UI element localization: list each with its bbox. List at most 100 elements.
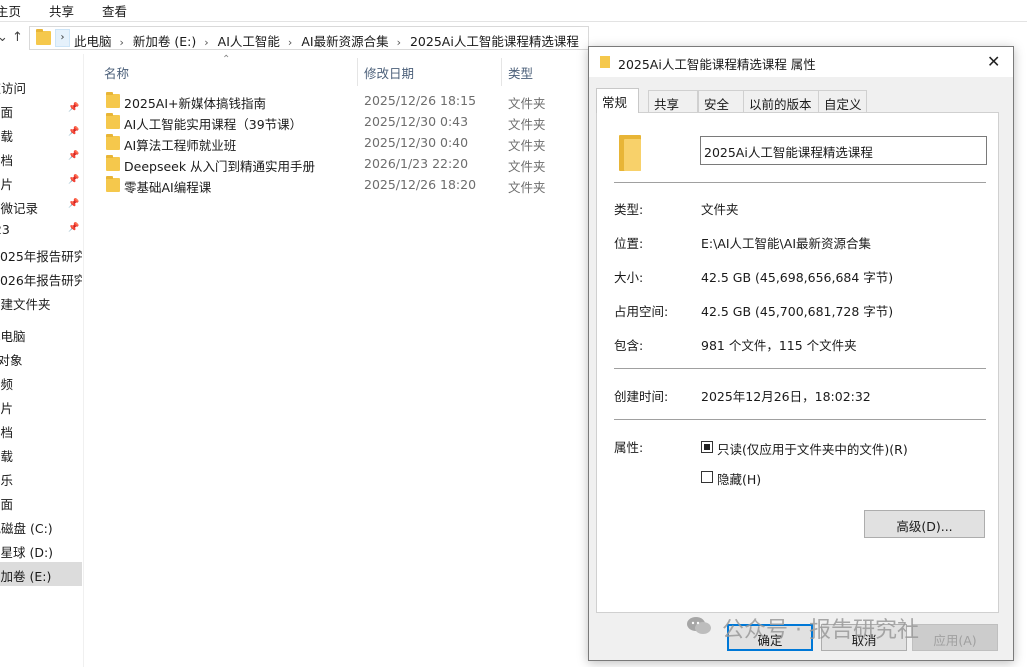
chevron-right-icon[interactable]: › xyxy=(120,36,124,49)
hidden-label[interactable]: 隐藏(H) xyxy=(717,469,761,488)
chevron-right-icon[interactable]: › xyxy=(397,36,401,49)
folder-icon xyxy=(36,29,51,45)
sidebar-item-downloads[interactable]: 下载📌 xyxy=(0,122,82,146)
sidebar-item-2023[interactable]: 2023📌 xyxy=(0,218,82,242)
ribbon-tab-share[interactable]: 共享 xyxy=(49,1,74,20)
sidebar-item-desktop[interactable]: 桌面📌 xyxy=(0,98,82,122)
tab-customize[interactable]: 自定义 xyxy=(818,90,867,112)
sidebar-item-drive-e[interactable]: 新加卷 (E:) xyxy=(0,562,82,586)
ribbon-tab-view[interactable]: 查看 xyxy=(102,1,127,20)
chevron-down-icon[interactable]: ⌄ xyxy=(0,30,8,45)
file-row[interactable]: 2025AI+新媒体搞钱指南 2025/12/26 18:15 文件夹 xyxy=(100,91,590,112)
sidebar-item-documents[interactable]: 文档📌 xyxy=(0,146,82,170)
attributes-label: 属性: xyxy=(614,440,644,455)
chevron-right-icon[interactable]: › xyxy=(204,36,208,49)
breadcrumb-item[interactable]: AI人工智能 xyxy=(218,31,280,50)
sidebar-item-documents-pc[interactable]: 文档 xyxy=(0,418,82,442)
sidebar-item-downloads-pc[interactable]: 下载 xyxy=(0,442,82,466)
file-row[interactable]: AI算法工程师就业班 2025/12/30 0:40 文件夹 xyxy=(100,133,590,154)
readonly-label[interactable]: 只读(仅应用于文件夹中的文件)(R) xyxy=(717,439,908,458)
file-type: 文件夹 xyxy=(508,138,546,153)
navigation-pane: 快速访问 桌面📌 下载📌 文档📌 图片📌 微微记录📌 2023📌 2025年报告… xyxy=(0,54,84,667)
file-type: 文件夹 xyxy=(508,96,546,111)
up-arrow-icon[interactable]: ↑ xyxy=(12,30,23,45)
sidebar-item-2025-report[interactable]: 2025年报告研究社 xyxy=(0,242,82,266)
file-name: AI人工智能实用课程（39节课） xyxy=(124,117,303,132)
size-label: 大小: xyxy=(614,270,644,285)
sidebar-item-drive-d[interactable]: 新星球 (D:) xyxy=(0,538,82,562)
file-date: 2025/12/30 0:43 xyxy=(364,114,469,129)
sidebar-item-new-folder[interactable]: 新建文件夹 xyxy=(0,290,82,314)
column-divider[interactable] xyxy=(357,58,358,86)
sidebar-item-pictures[interactable]: 图片📌 xyxy=(0,170,82,194)
tab-sharing[interactable]: 共享 xyxy=(648,90,698,112)
sidebar-item-this-pc[interactable]: 此电脑 xyxy=(0,322,82,346)
sidebar-item-2026-report[interactable]: 2026年报告研究社 xyxy=(0,266,82,290)
advanced-button[interactable]: 高级(D)... xyxy=(864,510,985,538)
breadcrumb-item[interactable]: 新加卷 (E:) xyxy=(133,31,196,50)
sidebar-item-videos[interactable]: 视频 xyxy=(0,370,82,394)
sidebar-item-pictures-pc[interactable]: 图片 xyxy=(0,394,82,418)
chevron-right-icon[interactable]: › xyxy=(288,36,292,49)
size-value: 42.5 GB (45,698,656,684 字节) xyxy=(701,270,894,285)
readonly-checkbox[interactable] xyxy=(701,441,713,453)
ribbon-tab-home[interactable]: 主页 xyxy=(0,1,21,20)
sidebar-item-desktop-pc[interactable]: 桌面 xyxy=(0,490,82,514)
ribbon: 主页 共享 查看 xyxy=(0,0,1027,22)
created-value: 2025年12月26日，18:02:32 xyxy=(701,389,871,404)
type-label: 类型: xyxy=(614,202,644,217)
breadcrumb-item[interactable]: 2025Ai人工智能课程精选课程 xyxy=(410,31,579,50)
divider xyxy=(614,368,986,369)
breadcrumb-item[interactable]: AI最新资源合集 xyxy=(301,31,388,50)
close-icon[interactable]: ✕ xyxy=(987,52,1000,71)
file-type: 文件夹 xyxy=(508,117,546,132)
sidebar-item-quick-access[interactable]: 快速访问 xyxy=(0,74,82,98)
disk-size-value: 42.5 GB (45,700,681,728 字节) xyxy=(701,304,894,319)
created-label: 创建时间: xyxy=(614,389,669,404)
folder-icon xyxy=(106,92,120,108)
column-header-type[interactable]: 类型 xyxy=(508,63,533,82)
contains-value: 981 个文件，115 个文件夹 xyxy=(701,338,857,353)
folder-icon xyxy=(106,155,120,171)
pin-icon: 📌 xyxy=(68,175,80,185)
dialog-title-bar[interactable]: 2025Ai人工智能课程精选课程 属性 ✕ xyxy=(589,47,1013,77)
column-divider[interactable] xyxy=(501,58,502,86)
location-label: 位置: xyxy=(614,236,644,251)
breadcrumb-item[interactable]: 此电脑 xyxy=(74,31,112,50)
folder-icon xyxy=(600,56,610,68)
pin-icon: 📌 xyxy=(68,199,80,209)
file-name: AI算法工程师就业班 xyxy=(124,138,237,153)
chevron-right-icon[interactable]: › xyxy=(55,29,70,47)
file-name: 2025AI+新媒体搞钱指南 xyxy=(124,96,267,111)
apply-button[interactable]: 应用(A) xyxy=(912,624,998,651)
file-name: Deepseek 从入门到精通实用手册 xyxy=(124,159,316,174)
contains-label: 包含: xyxy=(614,338,644,353)
folder-name-input[interactable]: 2025Ai人工智能课程精选课程 xyxy=(700,136,987,165)
divider xyxy=(614,419,986,420)
pin-icon: 📌 xyxy=(68,103,80,113)
dialog-title: 2025Ai人工智能课程精选课程 属性 xyxy=(618,57,816,72)
tab-previous-versions[interactable]: 以前的版本 xyxy=(743,90,819,112)
hidden-checkbox[interactable] xyxy=(701,471,713,483)
sidebar-item-record[interactable]: 微微记录📌 xyxy=(0,194,82,218)
sidebar-item-3d-objects[interactable]: 3D 对象 xyxy=(0,346,82,370)
address-bar[interactable]: › 此电脑 › 新加卷 (E:) › AI人工智能 › AI最新资源合集 › 2025Ai人工智… xyxy=(29,26,589,50)
file-row[interactable]: 零基础AI编程课 2025/12/26 18:20 文件夹 xyxy=(100,175,590,196)
sidebar-item-drive-c[interactable]: 本地磁盘 (C:) xyxy=(0,514,82,538)
tab-general[interactable]: 常规 xyxy=(596,88,639,113)
file-row[interactable]: AI人工智能实用课程（39节课） 2025/12/30 0:43 文件夹 xyxy=(100,112,590,133)
file-name: 零基础AI编程课 xyxy=(124,180,212,195)
sidebar-item-music[interactable]: 音乐 xyxy=(0,466,82,490)
watermark-text: 公众号 · 报告研究社 xyxy=(722,618,919,643)
column-header-name[interactable]: 名称 xyxy=(104,63,129,82)
column-header-date[interactable]: 修改日期 xyxy=(364,63,414,82)
wechat-icon xyxy=(687,617,711,634)
breadcrumb: 此电脑 › 新加卷 (E:) › AI人工智能 › AI最新资源合集 › 2025Ai人工智能课… xyxy=(74,31,579,50)
file-type: 文件夹 xyxy=(508,180,546,195)
disk-size-label: 占用空间: xyxy=(614,304,669,319)
file-date: 2025/12/30 0:40 xyxy=(364,135,469,150)
tab-security[interactable]: 安全 xyxy=(698,90,745,112)
file-row[interactable]: Deepseek 从入门到精通实用手册 2026/1/23 22:20 文件夹 xyxy=(100,154,590,175)
folder-icon xyxy=(106,134,120,150)
file-type: 文件夹 xyxy=(508,159,546,174)
